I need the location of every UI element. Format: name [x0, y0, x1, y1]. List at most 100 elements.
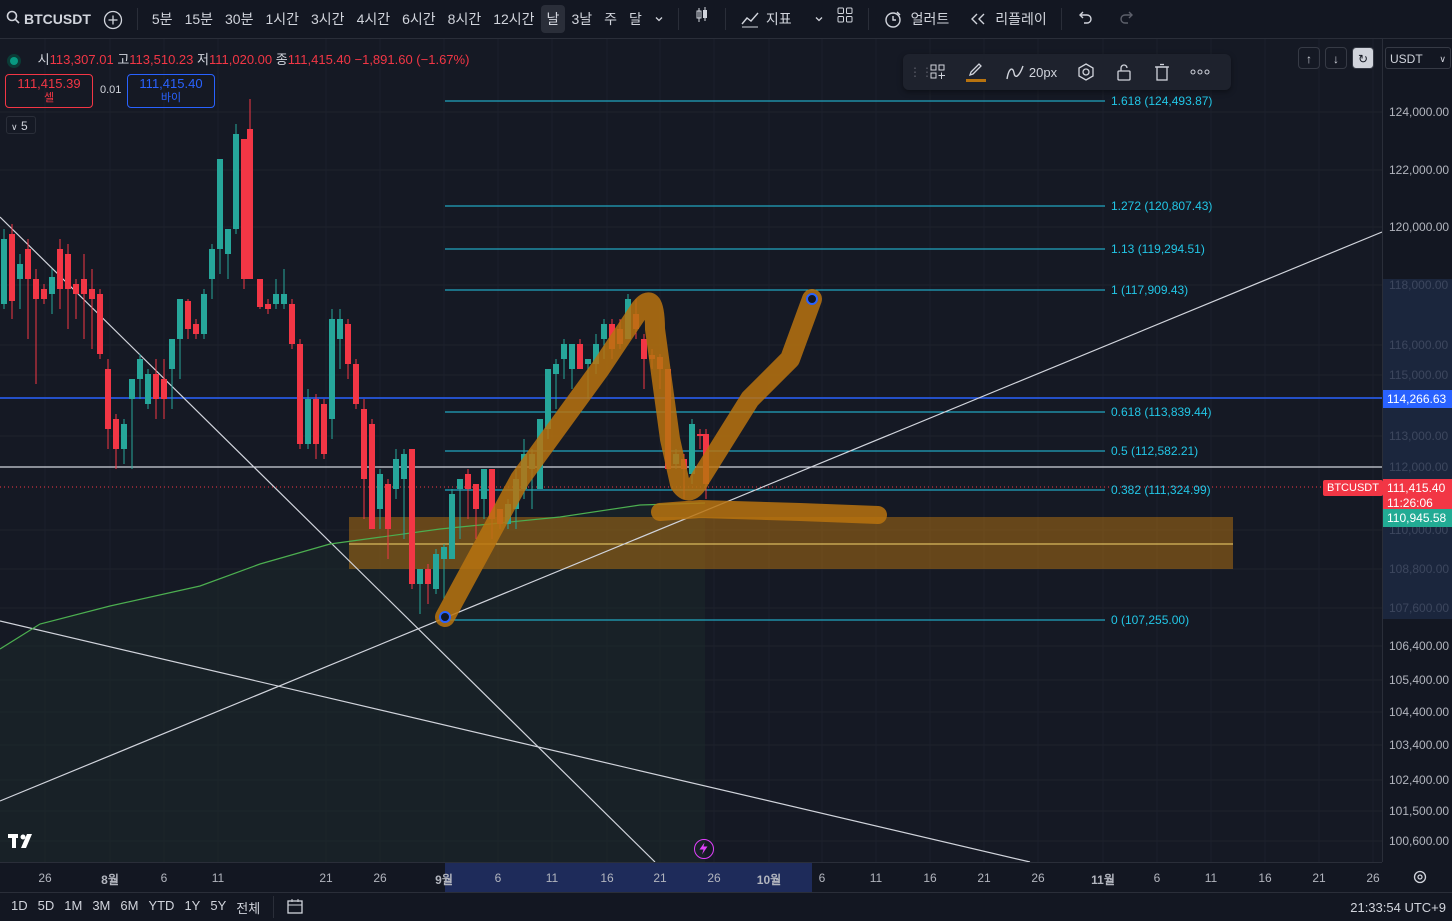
separator — [1060, 8, 1062, 30]
pencil-icon — [968, 63, 982, 77]
time-tick: 16 — [923, 871, 937, 885]
interval-5[interactable]: 4시간 — [351, 5, 397, 33]
lock-button[interactable] — [1111, 59, 1137, 85]
drag-handle-icon[interactable]: ⋮⋮ — [909, 66, 933, 78]
range-4[interactable]: 6M — [115, 898, 143, 917]
candle-body — [281, 294, 287, 304]
open-label: 시 — [37, 52, 50, 67]
layouts-button[interactable] — [830, 5, 860, 33]
time-tick: 16 — [600, 871, 614, 885]
indicators-button[interactable]: 지표 — [734, 5, 798, 33]
alert-button[interactable]: 얼러트 — [877, 5, 956, 33]
candle-body — [377, 474, 383, 509]
interval-1[interactable]: 15분 — [179, 5, 219, 33]
sync-button[interactable]: ↻ — [1352, 47, 1374, 69]
gear-icon — [1413, 870, 1427, 884]
range-2[interactable]: 1M — [59, 898, 87, 917]
price-axis[interactable]: USDT ∨ 124,000.00122,000.00120,000.00118… — [1382, 39, 1452, 862]
price-tick: 124,000.00 — [1389, 105, 1450, 119]
candle-body — [305, 399, 311, 444]
price-tick: 100,600.00 — [1389, 834, 1450, 848]
chevron-down-icon — [655, 17, 663, 22]
scroll-down-button[interactable]: ↓ — [1325, 47, 1347, 69]
time-axis[interactable]: 26 8월 6 11 21 26 9월 6 11 16 21 26 10월 6 11 16 21 26 11월 6 11… — [0, 862, 1382, 893]
candle-body — [689, 424, 695, 474]
range-group: 1D 5D 1M 3M 6M YTD 1Y 5Y 전체 — [6, 898, 265, 917]
chevron-down-icon — [815, 17, 823, 22]
range-7[interactable]: 5Y — [205, 898, 231, 917]
templates-button[interactable] — [925, 59, 951, 85]
interval-3[interactable]: 1시간 — [259, 5, 305, 33]
interval-9[interactable]: 날 — [540, 5, 566, 33]
candle-body — [33, 279, 39, 299]
candle-body — [247, 129, 253, 279]
candle-body — [1, 239, 7, 304]
separator — [677, 8, 679, 30]
line-width-button[interactable]: 20px — [1001, 59, 1061, 85]
price-tick: 102,400.00 — [1389, 773, 1450, 787]
time-tick: 11 — [1204, 871, 1218, 885]
interval-8[interactable]: 12시간 — [487, 5, 540, 33]
chart-type-button[interactable] — [687, 5, 717, 33]
candle-body — [25, 249, 31, 279]
indicators-dropdown[interactable] — [808, 5, 830, 33]
candle-body — [81, 279, 87, 294]
buy-button[interactable]: 111,415.40 바이 — [127, 74, 215, 108]
indicators-icon — [741, 12, 759, 28]
currency-select[interactable]: USDT ∨ — [1385, 47, 1451, 69]
axis-settings-button[interactable] — [1412, 869, 1428, 888]
interval-2[interactable]: 30분 — [219, 5, 259, 33]
candle-body — [49, 277, 55, 294]
interval-0[interactable]: 5분 — [146, 5, 179, 33]
range-0[interactable]: 1D — [6, 898, 33, 917]
interval-dropdown[interactable] — [648, 5, 670, 33]
lightning-icon[interactable] — [694, 839, 714, 859]
redo-button[interactable] — [1112, 5, 1142, 33]
compare-button[interactable] — [97, 5, 129, 33]
fib-level-label: 1.618 (124,493.87) — [1111, 94, 1213, 108]
sell-button[interactable]: 111,415.39 셀 — [5, 74, 93, 108]
buy-label: 바이 — [160, 92, 182, 104]
date-range-button[interactable] — [286, 897, 304, 918]
delete-button[interactable] — [1149, 59, 1175, 85]
range-8[interactable]: 전체 — [231, 898, 265, 917]
fib-level-label: 0.5 (112,582.21) — [1111, 444, 1199, 458]
ohlc-legend: 시113,307.01 고113,510.23 저111,020.00 종111… — [10, 49, 469, 68]
replay-button[interactable]: 리플레이 — [963, 5, 1053, 33]
more-button[interactable] — [1187, 59, 1213, 85]
interval-7[interactable]: 8시간 — [442, 5, 488, 33]
interval-6[interactable]: 6시간 — [396, 5, 442, 33]
scroll-up-button[interactable]: ↑ — [1298, 47, 1320, 69]
candle-body — [9, 234, 15, 301]
change-value: −1,891.60 (−1.67%) — [354, 52, 470, 67]
interval-11[interactable]: 주 — [598, 5, 623, 33]
range-1[interactable]: 5D — [33, 898, 60, 917]
candle-body — [177, 299, 183, 339]
candle-body — [481, 469, 487, 499]
undo-button[interactable] — [1070, 5, 1100, 33]
indicators-toggle[interactable]: ∨ 5 — [6, 116, 36, 134]
range-5[interactable]: YTD — [143, 898, 179, 917]
interval-12[interactable]: 달 — [623, 5, 648, 33]
time-tick: 21 — [319, 871, 333, 885]
unlock-icon — [1117, 64, 1131, 81]
range-6[interactable]: 1Y — [179, 898, 205, 917]
interval-4[interactable]: 3시간 — [305, 5, 351, 33]
candle-body — [433, 554, 439, 589]
candle-body — [161, 379, 167, 399]
high-value: 113,510.23 — [129, 52, 194, 67]
candle-body — [209, 249, 215, 279]
time-tick: 6 — [494, 871, 502, 885]
fib-level-label: 0.618 (113,839.44) — [1111, 405, 1212, 419]
range-3[interactable]: 3M — [87, 898, 115, 917]
candle-body — [217, 159, 223, 249]
symbol-search[interactable]: BTCUSDT — [0, 5, 97, 33]
settings-button[interactable] — [1073, 59, 1099, 85]
line-color-button[interactable] — [963, 59, 989, 85]
candle-body — [417, 569, 423, 584]
time-tick: 10월 — [756, 873, 782, 887]
chart-pane[interactable]: 시113,307.01 고113,510.23 저111,020.00 종111… — [0, 39, 1382, 862]
clock[interactable]: 21:33:54 UTC+9 — [1350, 900, 1446, 915]
interval-10[interactable]: 3날 — [565, 5, 598, 33]
candle-body — [393, 459, 399, 489]
